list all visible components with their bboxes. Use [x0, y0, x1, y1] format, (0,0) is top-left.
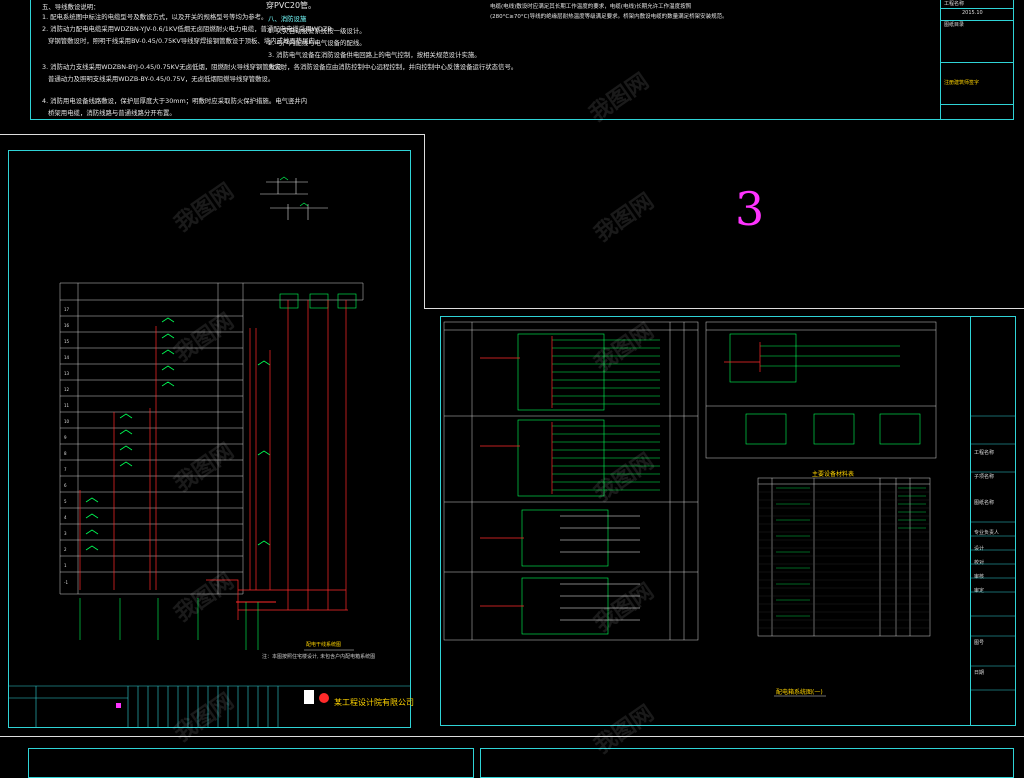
svg-text:17: 17 — [64, 307, 70, 312]
top-title-block-rule — [940, 104, 1014, 105]
note-line: 1. 配电系统图中标注的电缆型号及敷设方式，以及开关的规格型号等均为参考。 — [42, 13, 268, 21]
equipment-table-title: 主要设备材料表 — [812, 471, 855, 478]
right-sheet-title: 配电箱系统图(一) — [776, 689, 823, 696]
note-line: 穿PVC20管。 — [266, 1, 317, 10]
svg-text:1: 1 — [64, 563, 67, 568]
note-line: 桥架用电缆，消防线路与普通线路分开布置。 — [48, 109, 176, 117]
page-number: 3 — [735, 182, 765, 236]
title-block-row: 工程名称 — [944, 1, 965, 7]
svg-text:12: 12 — [64, 387, 70, 392]
title-block-row: 2015.10 — [962, 10, 983, 16]
svg-text:10: 10 — [64, 419, 70, 424]
svg-text:3: 3 — [64, 531, 67, 536]
note-line: 火灾时，各消防设备应由消防控制中心远程控制，并向控制中心反馈设备运行状态信号。 — [268, 63, 518, 71]
svg-text:11: 11 — [64, 403, 70, 408]
svg-text:16: 16 — [64, 323, 70, 328]
svg-text:8: 8 — [64, 451, 67, 456]
svg-text:15: 15 — [64, 339, 70, 344]
svg-text:9: 9 — [64, 435, 67, 440]
svg-text:6: 6 — [64, 483, 67, 488]
right-sidebar-grid — [970, 415, 1016, 691]
top-right-text-2: (280°C≥70°C)导线的绝缘层耐热温度等级满足要求。桥架内敷设电缆的数量满… — [490, 14, 728, 20]
distribution-box-diagrams — [443, 321, 937, 697]
bottom-sheet-frame-right — [480, 748, 1014, 778]
title-block-row: 图纸目录 — [944, 22, 965, 28]
top-title-block-rule — [940, 8, 1014, 9]
top-right-text-1: 电缆(电线)敷设时应满足其长期工作温度的要求，电缆(电线)长期允许工作温度按照 — [490, 4, 692, 10]
note-line: 3. 消防动力支线采用WDZBN-BYJ-0.45/0.75KV无卤低烟，阻燃耐… — [42, 63, 288, 71]
sheet-divider — [0, 134, 424, 135]
svg-text:2: 2 — [64, 547, 67, 552]
note-line: 八、消防设施 — [268, 15, 307, 23]
riser-diagram: 17 16 15 14 13 12 11 10 9 8 7 6 5 4 3 2 1 -1 — [8, 176, 411, 728]
left-sheet-caption: 注：本图按照住宅楼设计, 未包含户内配电箱系统图 — [262, 654, 376, 660]
top-title-block — [940, 0, 1014, 120]
svg-text:5: 5 — [64, 499, 67, 504]
sheet-divider — [0, 736, 1024, 737]
svg-text:13: 13 — [64, 371, 70, 376]
left-sheet-title: 配电干线系统图 — [306, 642, 342, 648]
sheet-divider — [424, 308, 1024, 309]
company-name: 某工程设计院有限公司 — [334, 698, 414, 707]
title-block-stamp: 注册建筑师签字 — [944, 80, 980, 86]
note-line: 2. 与户内配线与电气设备的配线。 — [268, 39, 366, 47]
sheet-divider — [424, 134, 425, 308]
svg-text:-1: -1 — [64, 580, 68, 585]
bottom-sheet-frame-left — [28, 748, 474, 778]
svg-text:7: 7 — [64, 467, 67, 472]
svg-text:14: 14 — [64, 355, 70, 360]
watermark: 我图网 — [590, 188, 659, 248]
note-line: 3. 消防电气设备在消防设备供电回路上的电气控制，按相关规范设计实施。 — [268, 51, 481, 59]
note-line: 1. 火灾自动报警系统按一级设计。 — [268, 27, 366, 35]
top-title-block-rule — [940, 62, 1014, 63]
note-line: 普通动力及照明支线采用WDZB-BY-0.45/0.75V，无卤低烟阻燃导线穿管… — [48, 75, 275, 83]
svg-text:4: 4 — [64, 515, 67, 520]
top-title-block-rule — [940, 20, 1014, 21]
note-line: 4. 消防用电设备线路敷设，保护层厚度大于30mm；明敷时应采取防火保护措施。电… — [42, 97, 308, 105]
